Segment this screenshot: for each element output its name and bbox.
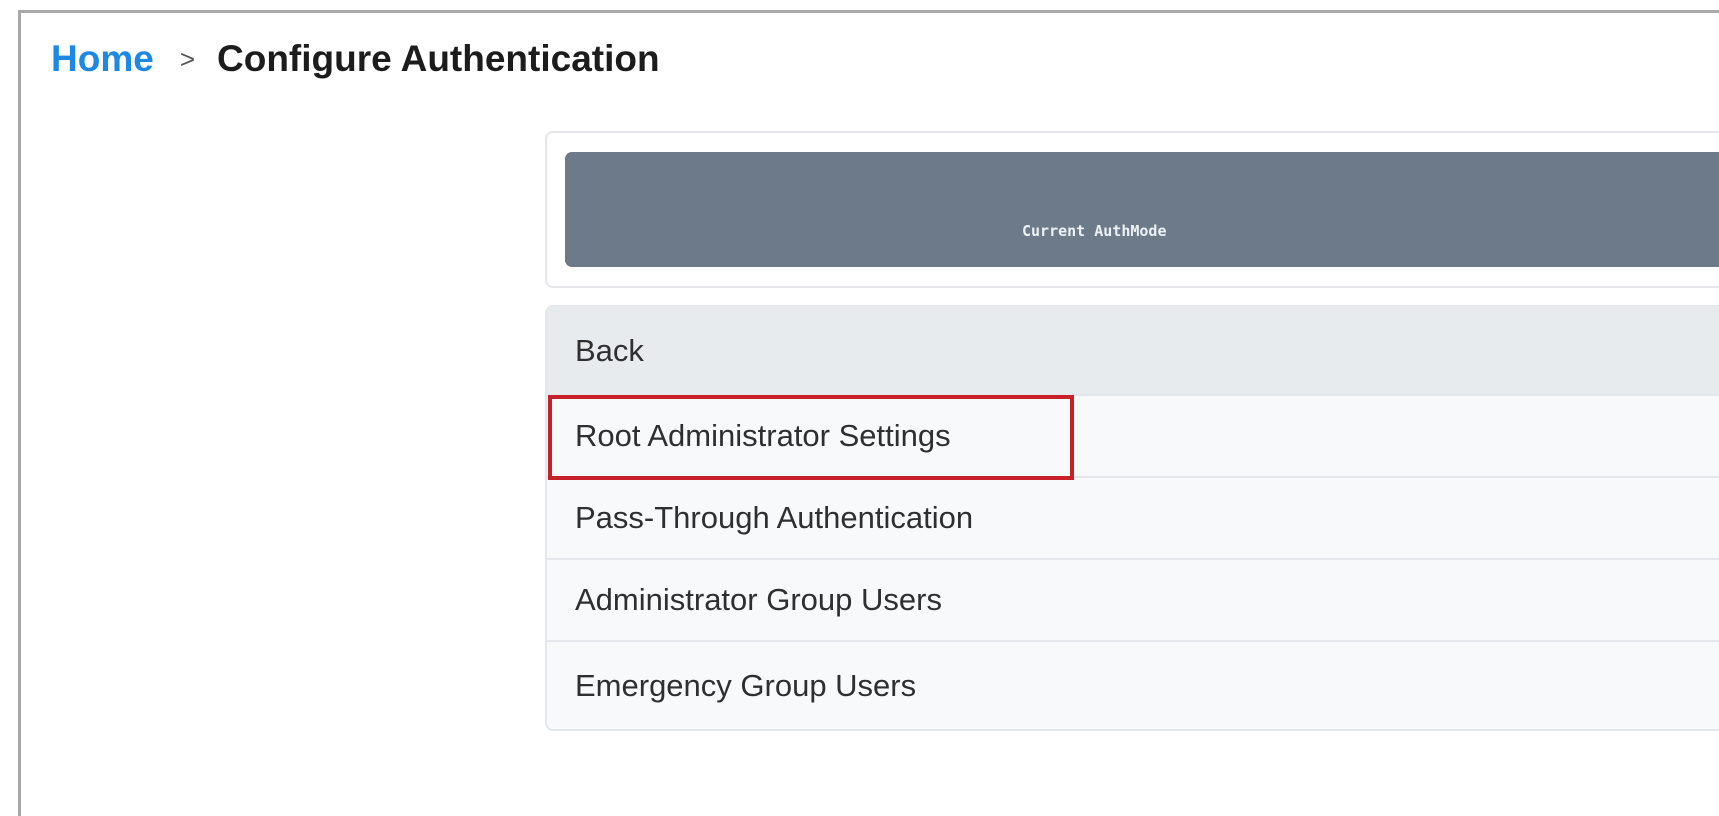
breadcrumb-separator: > — [179, 43, 195, 74]
current-authmode-text: Current AuthMode — [1022, 222, 1167, 240]
auth-mode-banner — [565, 152, 1719, 267]
breadcrumb: Home > Configure Authentication — [51, 34, 660, 84]
auth-menu-list: Back Root Administrator Settings Pass-Th… — [545, 305, 1719, 731]
menu-item-back[interactable]: Back — [547, 307, 1719, 394]
page-title: Configure Authentication — [217, 38, 660, 79]
menu-item-administrator-group-users[interactable]: Administrator Group Users — [547, 560, 1719, 640]
menu-item-pass-through-authentication[interactable]: Pass-Through Authentication — [547, 478, 1719, 558]
menu-item-emergency-group-users[interactable]: Emergency Group Users — [547, 642, 1719, 729]
highlight-box — [548, 395, 1074, 480]
breadcrumb-home-link[interactable]: Home — [51, 38, 154, 80]
